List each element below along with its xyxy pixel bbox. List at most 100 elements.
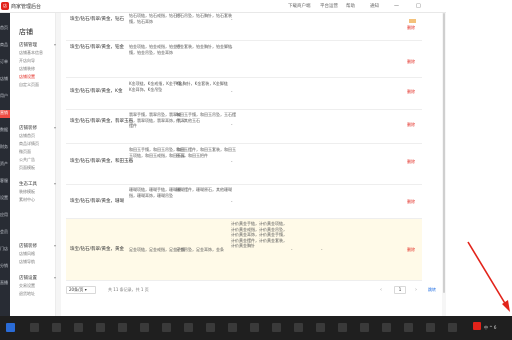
- cell-value: -: [291, 247, 293, 252]
- app-icon[interactable]: [228, 323, 237, 332]
- sidebar-item[interactable]: 微页面: [19, 149, 31, 155]
- sidebar-group-decoration[interactable]: 店铺装修: [19, 125, 37, 131]
- jump-page-button[interactable]: 跳转: [428, 287, 436, 293]
- delete-link[interactable]: 删除: [407, 25, 415, 31]
- rail-item[interactable]: 会员: [0, 229, 10, 237]
- minimize-icon[interactable]: —: [394, 3, 399, 9]
- app-icon[interactable]: [338, 323, 347, 332]
- sidebar-item[interactable]: 素材中心: [19, 197, 35, 203]
- category-name: 珠宝/钻石/翡翠/黄金，钻石: [70, 17, 125, 22]
- sub-category-list: 铂金套装，铂金胸针，铂金脚链: [176, 44, 232, 49]
- sidebar-group-store-manage[interactable]: 店铺管理: [19, 42, 37, 48]
- app-icon[interactable]: [30, 323, 39, 332]
- category-name: 珠宝/钻石/翡翠/黄金，铂金: [70, 45, 125, 50]
- sidebar-item[interactable]: 交易设置: [19, 283, 35, 289]
- ime-icon[interactable]: [473, 322, 481, 330]
- sidebar-item[interactable]: 页面模板: [19, 165, 35, 171]
- delete-link[interactable]: 删除: [407, 199, 415, 205]
- sidebar-item[interactable]: 商品详情页: [19, 141, 39, 147]
- delete-link[interactable]: 删除: [407, 59, 415, 65]
- table-row: 珠宝/钻石/翡翠/黄金，翡翠玉石 翡翠手镯，翡翠吊坠，翡翠戒指，翡翠项链，翡翠耳…: [66, 110, 422, 144]
- sidebar-group-settings[interactable]: 店铺设置: [19, 275, 37, 281]
- category-name: 珠宝/钻石/翡翠/黄金，翡翠玉石: [70, 119, 134, 124]
- cell-value: -: [231, 159, 233, 164]
- sidebar-item[interactable]: 店铺导航: [19, 259, 35, 265]
- page-size-select[interactable]: 20条/页 ▾: [66, 286, 96, 294]
- sidebar-item[interactable]: 开店向导: [19, 58, 35, 64]
- sub-category-list: 和田玉摆件，和田玉套装，和田玉原石，和田玉把件: [176, 147, 236, 158]
- app-icon[interactable]: [448, 323, 457, 332]
- top-nav-notice[interactable]: 通知: [370, 3, 379, 9]
- scrollbar-thumb[interactable]: [443, 13, 445, 293]
- app-icon[interactable]: [250, 323, 259, 332]
- sidebar-item[interactable]: 店铺风格: [19, 251, 35, 257]
- app-icon[interactable]: [96, 323, 105, 332]
- app-icon[interactable]: [162, 323, 171, 332]
- rail-item[interactable]: 资产: [0, 161, 10, 169]
- top-nav-ops[interactable]: 平台运营: [320, 3, 338, 9]
- delete-link[interactable]: 删除: [407, 89, 415, 95]
- sidebar-item[interactable]: 退货地址: [19, 291, 35, 297]
- app-icon[interactable]: [360, 323, 369, 332]
- rail-item[interactable]: 设置: [0, 195, 10, 203]
- app-icon[interactable]: [426, 323, 435, 332]
- cell-value: -: [231, 45, 233, 50]
- rail-item[interactable]: 分销: [0, 263, 10, 271]
- top-nav-help[interactable]: 帮助: [346, 3, 355, 9]
- pagination-total: 共 11 条记录，共 1 页: [108, 287, 149, 292]
- maximize-icon[interactable]: □: [416, 3, 421, 9]
- sidebar-item[interactable]: 店铺首页: [19, 133, 35, 139]
- rail-item[interactable]: 用户: [0, 93, 10, 101]
- cell-value: -: [231, 17, 233, 22]
- app-icon[interactable]: [74, 323, 83, 332]
- top-nav-download[interactable]: 下载商户端: [288, 3, 311, 9]
- rail-item[interactable]: 客服: [0, 178, 10, 186]
- app-icon[interactable]: [382, 323, 391, 332]
- app-icon[interactable]: [184, 323, 193, 332]
- rail-item[interactable]: 商品: [0, 42, 10, 50]
- rail-item[interactable]: 店铺: [0, 76, 10, 84]
- brand-logo: 店: [1, 2, 9, 10]
- sidebar-group-tools[interactable]: 生态工具: [19, 181, 37, 187]
- next-page-button[interactable]: ›: [415, 287, 417, 293]
- app-icon[interactable]: [404, 323, 413, 332]
- delete-link[interactable]: 删除: [407, 122, 415, 128]
- table-row: 珠宝/钻石/翡翠/黄金，珊瑚 珊瑚项链，珊瑚手链，珊瑚戒指，珊瑚耳饰，珊瑚吊坠 …: [66, 185, 422, 219]
- rail-item[interactable]: 门店: [0, 246, 10, 254]
- sidebar-item-active[interactable]: 店铺设置: [19, 74, 35, 80]
- rail-item[interactable]: 财务: [0, 144, 10, 152]
- rail-item[interactable]: 首页: [0, 25, 10, 33]
- rail-item[interactable]: 应用: [0, 212, 10, 220]
- table-row: 珠宝/钻石/翡翠/黄金，K金 K金项链，K金戒指，K金手镯，K金耳饰，K金吊坠 …: [66, 78, 422, 110]
- app-icon[interactable]: [294, 323, 303, 332]
- rail-item[interactable]: 直播: [0, 280, 10, 288]
- rail-item[interactable]: 订单: [0, 59, 10, 67]
- taskbar: 中 ^ 6: [0, 316, 512, 340]
- sidebar-group-style[interactable]: 店铺装修: [19, 243, 37, 249]
- delete-link[interactable]: 删除: [407, 247, 415, 253]
- prev-page-button[interactable]: ‹: [380, 287, 382, 293]
- sidebar-item[interactable]: 自定义页面: [19, 82, 39, 88]
- sidebar-item[interactable]: 公共广告: [19, 157, 35, 163]
- app-icon[interactable]: [316, 323, 325, 332]
- sidebar-item[interactable]: 店铺装修: [19, 66, 35, 72]
- category-name: 珠宝/钻石/翡翠/黄金，黄金: [70, 247, 125, 252]
- app-icon[interactable]: [272, 323, 281, 332]
- red-arrow-annotation: [467, 241, 510, 312]
- app-icon[interactable]: [140, 323, 149, 332]
- sidebar-item[interactable]: 店铺基本信息: [19, 50, 43, 56]
- app-icon[interactable]: [206, 323, 215, 332]
- current-page-input[interactable]: 1: [394, 286, 406, 294]
- app-icon[interactable]: [118, 323, 127, 332]
- sidebar-item[interactable]: 装修模板: [19, 189, 35, 195]
- category-table-card: 珠宝/钻石/翡翠/黄金，钻石 钻石项链，钻石戒指，钻石手镯，钻石耳饰 钻石吊坠，…: [61, 13, 442, 316]
- sub-category-list: 钻石吊坠，钻石胸针，钻石套装: [176, 13, 232, 18]
- delete-link[interactable]: 删除: [407, 159, 415, 165]
- rail-item[interactable]: 数据: [0, 127, 10, 135]
- table-row-highlighted: 珠宝/钻石/翡翠/黄金，黄金 足金项链，足金戒指，足金手镯 足金吊坠，足金耳饰，…: [66, 219, 422, 281]
- rail-item[interactable]: 营销: [0, 110, 10, 118]
- table-row: 珠宝/钻石/翡翠/黄金，钻石 钻石项链，钻石戒指，钻石手镯，钻石耳饰 钻石吊坠，…: [66, 13, 422, 41]
- app-icon[interactable]: [52, 323, 61, 332]
- pagination: 20条/页 ▾ 共 11 条记录，共 1 页 ‹ 1 › 跳转: [66, 283, 442, 297]
- start-icon[interactable]: [6, 323, 15, 332]
